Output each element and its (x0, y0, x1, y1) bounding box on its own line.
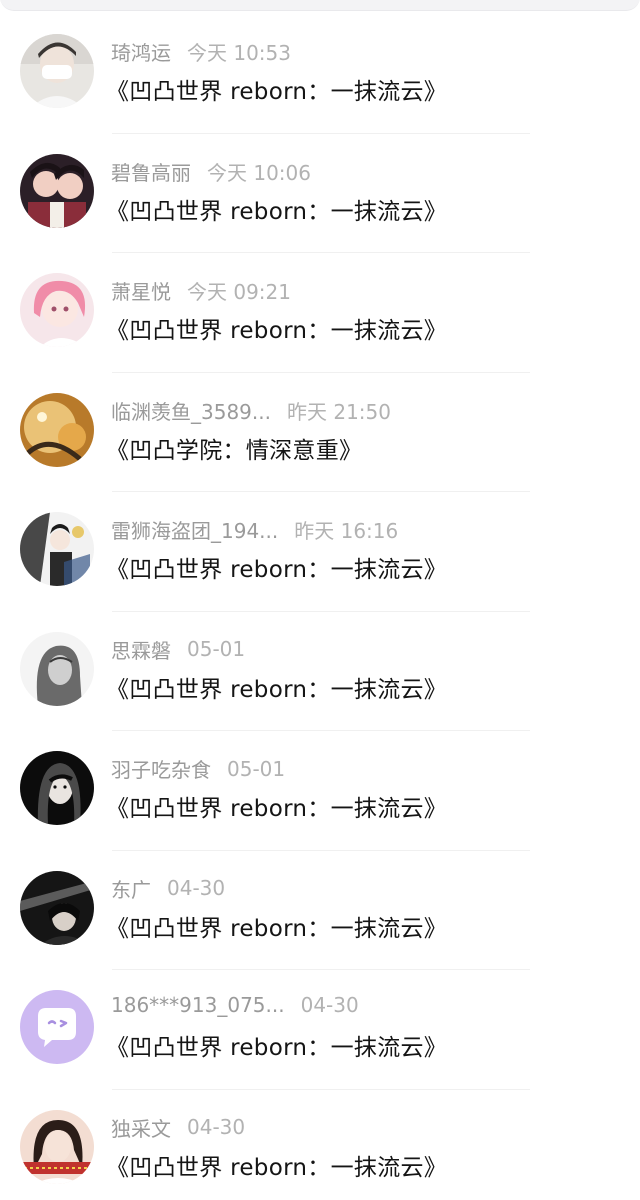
message-time: 今天 10:53 (187, 41, 291, 65)
sender-name[interactable]: 186***913_075... (111, 993, 285, 1017)
sender-name[interactable]: 临渊羡鱼_3589... (111, 396, 271, 425)
list-item[interactable]: 临渊羡鱼_3589... 昨天 21:50 《凹凸学院：情深意重》 (0, 373, 640, 492)
avatar-night-photo-icon[interactable] (20, 870, 94, 945)
top-bar-edge (0, 0, 640, 11)
avatar-anime-pink-hair-icon[interactable] (20, 273, 94, 347)
message-meta: 186***913_075... 04-30 (111, 993, 359, 1023)
work-title[interactable]: 《凹凸世界 reborn：一抹流云》 (106, 909, 447, 943)
sender-name[interactable]: 独采文 (111, 1113, 171, 1142)
message-meta: 琦鸿运 今天 10:53 (111, 37, 291, 67)
avatar-sketch-girl-icon[interactable] (20, 631, 94, 706)
message-time: 今天 10:06 (207, 160, 311, 185)
message-time: 今天 09:21 (187, 280, 291, 304)
avatar-dark-girl-icon[interactable] (20, 751, 94, 825)
message-meta: 东广 04-30 (111, 874, 225, 904)
list-item[interactable]: 独采文 04-30 《凹凸世界 reborn：一抹流云》 (0, 1090, 640, 1200)
message-time: 05-01 (227, 756, 286, 781)
list-item[interactable]: 思霖磐 05-01 《凹凸世界 reborn：一抹流云》 (0, 612, 640, 731)
message-meta: 思霖磐 05-01 (111, 635, 245, 665)
work-title[interactable]: 《凹凸世界 reborn：一抹流云》 (106, 789, 447, 823)
list-item[interactable]: 东广 04-30 《凹凸世界 reborn：一抹流云》 (0, 851, 640, 970)
avatar-anime-group-icon[interactable] (20, 512, 94, 586)
work-title[interactable]: 《凹凸世界 reborn：一抹流云》 (106, 1028, 447, 1062)
list-item[interactable]: 雷狮海盗团_194... 昨天 16:16 《凹凸世界 reborn：一抹流云》 (0, 492, 640, 612)
list-item[interactable]: 萧星悦 今天 09:21 《凹凸世界 reborn：一抹流云》 (0, 253, 640, 373)
sender-name[interactable]: 羽子吃杂食 (111, 754, 211, 783)
message-meta: 萧星悦 今天 09:21 (111, 276, 291, 306)
work-title[interactable]: 《凹凸世界 reborn：一抹流云》 (106, 192, 447, 226)
message-time: 昨天 21:50 (286, 399, 391, 424)
work-title[interactable]: 《凹凸学院：情深意重》 (106, 431, 362, 465)
message-time: 04-30 (300, 993, 359, 1017)
message-time: 昨天 16:16 (294, 519, 399, 543)
avatar-selfie-photo-icon[interactable] (20, 1109, 94, 1184)
work-title[interactable]: 《凹凸世界 reborn：一抹流云》 (106, 550, 447, 584)
list-item[interactable]: 琦鸿运 今天 10:53 《凹凸世界 reborn：一抹流云》 (0, 14, 640, 134)
avatar-photo-masked-person-icon[interactable] (20, 34, 94, 108)
list-item[interactable]: 羽子吃杂食 05-01 《凹凸世界 reborn：一抹流云》 (0, 731, 640, 851)
message-list-page: 琦鸿运 今天 10:53 《凹凸世界 reborn：一抹流云》 碧鲁高丽 今天 10:… (0, 0, 640, 1200)
work-title[interactable]: 《凹凸世界 reborn：一抹流云》 (106, 670, 447, 704)
work-title[interactable]: 《凹凸世界 reborn：一抹流云》 (106, 1148, 447, 1182)
message-list[interactable]: 琦鸿运 今天 10:53 《凹凸世界 reborn：一抹流云》 碧鲁高丽 今天 10:… (0, 14, 640, 1200)
list-item[interactable]: 碧鲁高丽 今天 10:06 《凹凸世界 reborn：一抹流云》 (0, 134, 640, 253)
message-meta: 羽子吃杂食 05-01 (111, 754, 285, 784)
avatar-default-chat-bubble-icon[interactable] (20, 990, 94, 1064)
sender-name[interactable]: 东广 (111, 874, 151, 903)
avatar-golden-art-icon[interactable] (20, 392, 94, 467)
message-meta: 独采文 04-30 (111, 1113, 245, 1143)
message-meta: 碧鲁高丽 今天 10:06 (111, 157, 311, 187)
sender-name[interactable]: 思霖磐 (111, 635, 171, 664)
list-item[interactable]: 186***913_075... 04-30 《凹凸世界 reborn：一抹流云》 (0, 970, 640, 1090)
message-meta: 临渊羡鱼_3589... 昨天 21:50 (111, 396, 391, 426)
sender-name[interactable]: 萧星悦 (111, 276, 171, 305)
sender-name[interactable]: 碧鲁高丽 (111, 157, 191, 186)
sender-name[interactable]: 雷狮海盗团_194... (111, 515, 278, 544)
message-time: 04-30 (167, 876, 226, 900)
avatar-anime-duo-icon[interactable] (20, 153, 94, 228)
message-meta: 雷狮海盗团_194... 昨天 16:16 (111, 515, 398, 545)
message-time: 05-01 (187, 637, 246, 661)
sender-name[interactable]: 琦鸿运 (111, 37, 171, 66)
work-title[interactable]: 《凹凸世界 reborn：一抹流云》 (106, 72, 447, 106)
work-title[interactable]: 《凹凸世界 reborn：一抹流云》 (106, 311, 447, 345)
message-time: 04-30 (187, 1115, 246, 1139)
